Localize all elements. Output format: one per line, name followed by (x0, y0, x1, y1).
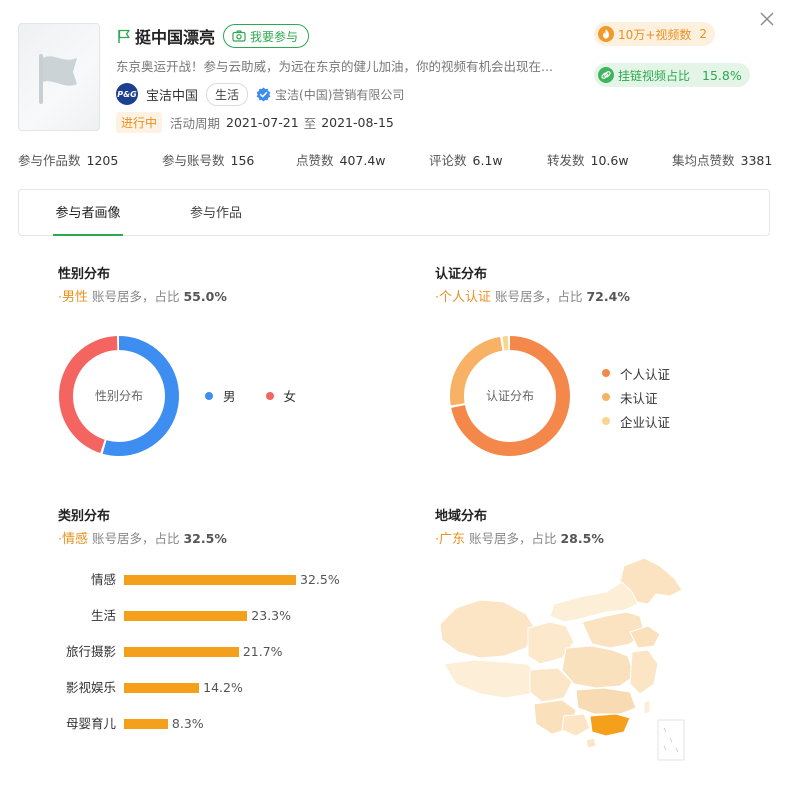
category-bar-row[interactable]: 母婴育儿 8.3% (48, 715, 368, 733)
map-region (643, 699, 651, 715)
period-separator: 至 (303, 115, 317, 131)
map-region (629, 649, 659, 695)
category-bar (124, 575, 296, 585)
category-section-title: 类别分布 (58, 509, 111, 524)
region-summary: ·广东 账号居多，占比 28.5% (435, 531, 604, 547)
map-region (439, 599, 537, 659)
verified-icon (256, 87, 271, 102)
title-row: 挺中国漂亮 我要参与 (116, 23, 310, 49)
linked-video-ratio-label: 挂链视频占比 (618, 68, 691, 83)
status-badge: 进行中 (116, 111, 163, 133)
map-region (585, 737, 597, 749)
activity-description: 东京奥运开战！参与云助威，为远在东京的健儿加油，你的视频有机会出现在... (116, 59, 553, 74)
period-label: 活动周期 (170, 115, 221, 131)
map-region-guangdong (589, 713, 631, 737)
cover-flag-icon (39, 54, 77, 104)
tab-bar: 参与者画像 参与作品 (18, 189, 770, 236)
stat-likes: 点赞数 407.4w (296, 153, 386, 168)
map-region (561, 645, 635, 689)
period-end-date: 2021-08-15 (321, 114, 394, 130)
category-bar-label: 影视娱乐 (65, 680, 116, 695)
linked-video-ratio-pill: 挂链视频占比 15.8% (594, 63, 750, 87)
map-region (561, 713, 591, 737)
stat-accounts: 参与账号数 156 (162, 153, 255, 168)
category-bar-value: 8.3% (171, 716, 204, 731)
brand-logo: P&G (116, 83, 138, 105)
camera-icon (232, 30, 246, 42)
gender-summary: ·男性 账号居多，占比 55.0% (58, 289, 227, 305)
brand-category-tag: 生活 (206, 82, 249, 106)
cert-section-title: 认证分布 (435, 267, 488, 282)
viral-video-count-value: 2 (699, 27, 707, 41)
fire-icon (598, 26, 614, 42)
period-start-date: 2021-07-21 (226, 114, 299, 130)
category-bar (124, 611, 248, 621)
category-bar-row[interactable]: 旅行摄影 21.7% (48, 643, 368, 661)
category-bar-row[interactable]: 影视娱乐 14.2% (48, 679, 368, 697)
brand-name[interactable]: 宝洁中国 (146, 85, 198, 104)
join-button[interactable]: 我要参与 (223, 24, 310, 48)
link-icon (598, 67, 614, 83)
category-bar (124, 647, 239, 657)
category-bar-row[interactable]: 生活 23.3% (48, 607, 368, 625)
legend-dot (602, 369, 610, 377)
stat-shares: 转发数 10.6w (547, 153, 629, 168)
join-button-label: 我要参与 (250, 29, 299, 44)
cover-image[interactable] (18, 23, 100, 131)
gender-legend: 男 女 (205, 386, 296, 405)
category-bar (124, 719, 168, 729)
category-bar-value: 32.5% (300, 572, 340, 587)
region-section-title: 地域分布 (435, 509, 488, 524)
cert-donut-center-label: 认证分布 (485, 389, 534, 403)
cert-summary: ·个人认证 账号居多，占比 72.4% (435, 289, 630, 305)
brand-row: P&G 宝洁中国 生活 宝洁(中国)营销有限公司 (116, 82, 405, 106)
cert-legend-personal[interactable]: 个人认证 (602, 361, 670, 385)
activity-title: 挺中国漂亮 (135, 28, 216, 47)
cert-legend: 个人认证 未认证 企业认证 (602, 361, 670, 433)
gender-legend-female[interactable]: 女 (265, 386, 296, 405)
category-bar (124, 683, 200, 693)
stats-bar: 参与作品数 1205 参与账号数 156 点赞数 407.4w 评论数 6.1w 转发数… (18, 150, 773, 168)
category-bar-label: 旅行摄影 (65, 644, 116, 659)
flag-icon (116, 28, 132, 44)
tab-participant-works[interactable]: 参与作品 (187, 190, 245, 236)
category-summary: ·情感 账号居多，占比 32.5% (58, 531, 227, 547)
category-bar-label: 生活 (90, 608, 116, 623)
map-region (575, 687, 637, 715)
gender-legend-male[interactable]: 男 (205, 386, 236, 405)
gender-donut-center-label: 性别分布 (94, 389, 143, 403)
legend-dot (265, 391, 274, 400)
category-bar-row[interactable]: 情感 32.5% (48, 571, 368, 589)
category-bar-value: 14.2% (203, 680, 243, 695)
category-bar-value: 21.7% (242, 644, 283, 659)
viral-video-count-pill: 10万+视频数 2 (594, 22, 715, 46)
cert-legend-enterprise[interactable]: 企业认证 (602, 409, 670, 433)
stat-avg-likes: 集均点赞数 3381 (672, 153, 773, 168)
company-name: 宝洁(中国)营销有限公司 (275, 87, 405, 102)
status-row: 进行中 活动周期 2021-07-21 至 2021-08-15 (116, 111, 394, 133)
stat-comments: 评论数 6.1w (429, 153, 503, 168)
category-bar-label: 情感 (90, 572, 116, 587)
legend-dot (602, 393, 610, 401)
legend-dot (602, 417, 610, 425)
map-region (443, 659, 541, 699)
legend-dot (205, 391, 213, 400)
viral-video-count-label: 10万+视频数 (618, 27, 692, 42)
tab-participant-profile[interactable]: 参与者画像 (53, 190, 123, 236)
gender-section-title: 性别分布 (58, 267, 111, 282)
category-bar-label: 母婴育儿 (65, 716, 116, 731)
stat-works: 参与作品数 1205 (18, 153, 119, 168)
linked-video-ratio-value: 15.8% (702, 67, 742, 83)
china-region-map[interactable] (434, 552, 694, 767)
category-bar-value: 23.3% (251, 608, 292, 623)
cert-legend-unverified[interactable]: 未认证 (602, 385, 670, 409)
